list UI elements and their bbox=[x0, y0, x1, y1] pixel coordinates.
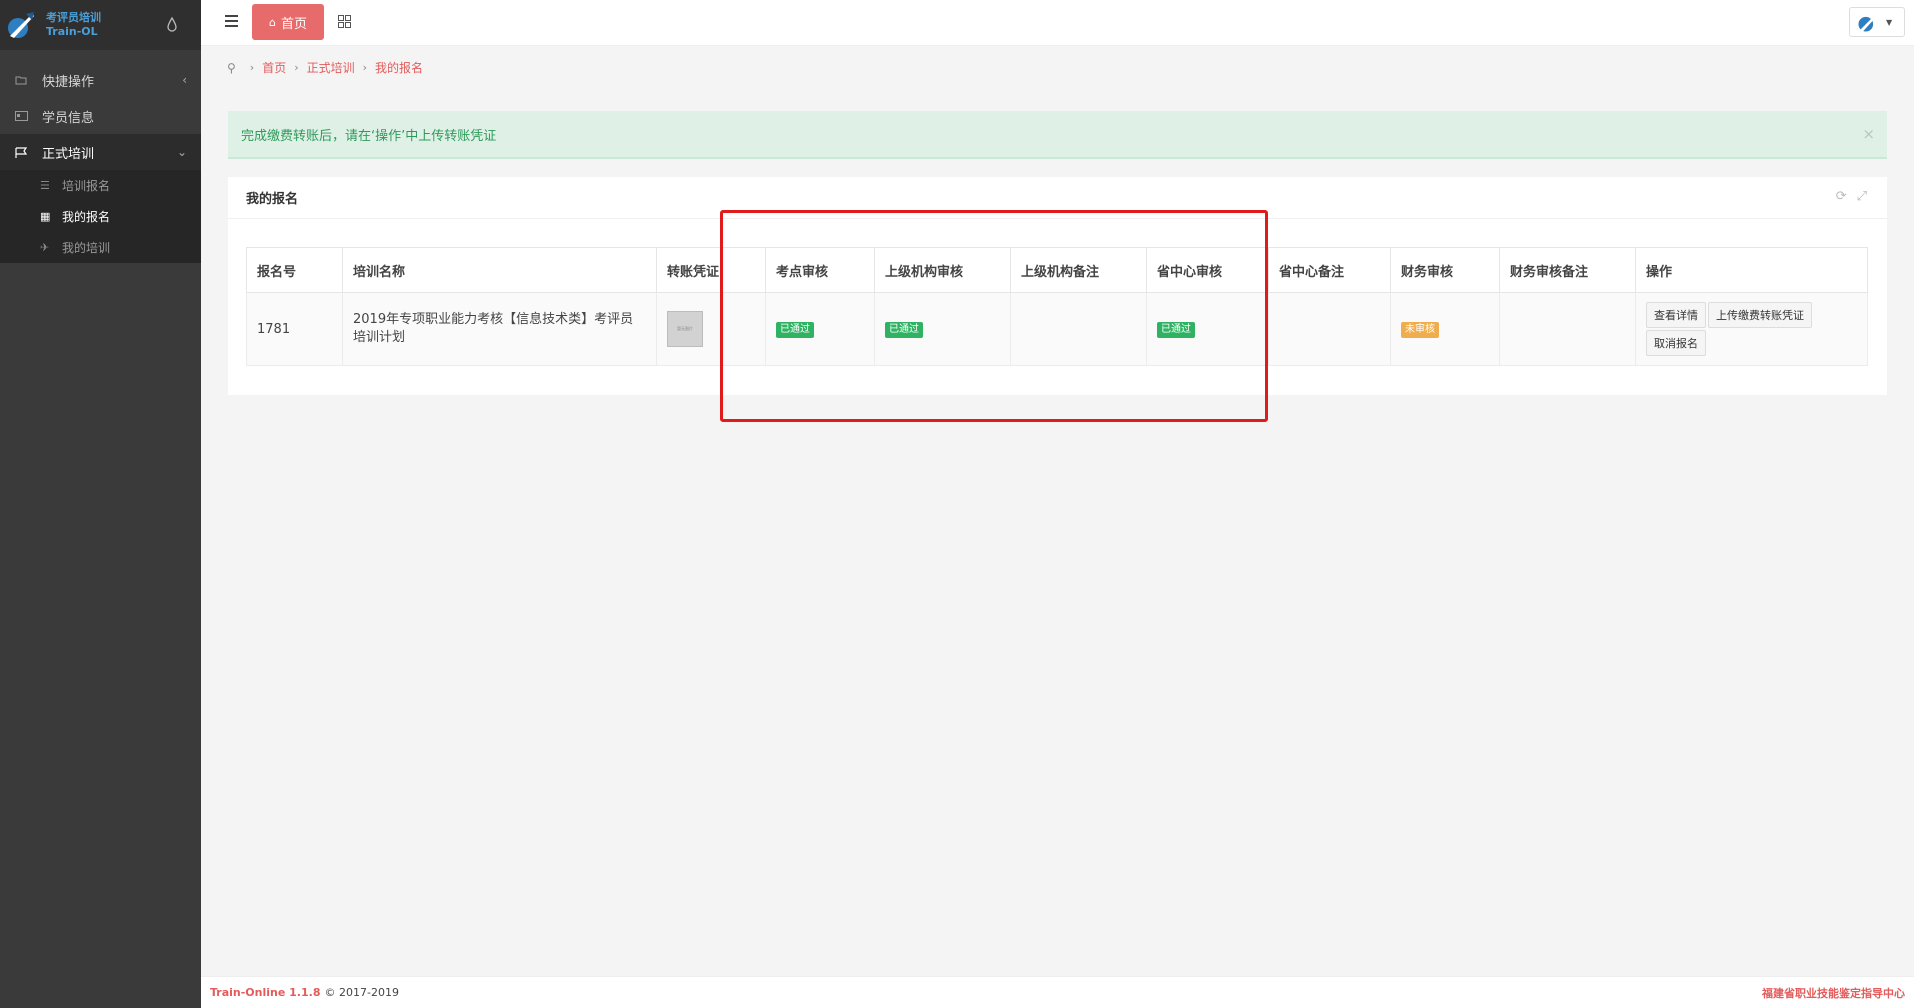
col-header: 上级机构备注 bbox=[1010, 247, 1147, 293]
list-icon: ☰ bbox=[40, 179, 50, 192]
col-header: 省中心审核 bbox=[1146, 247, 1269, 293]
cell-actions: 查看详情 上传缴费转账凭证 取消报名 bbox=[1635, 292, 1868, 366]
status-badge: 已通过 bbox=[776, 321, 814, 338]
sidebar: 考评员培训 Train-OL 快捷操作 ‹ 学员信息 正式培训 ⌄ ☰ 培训报名 bbox=[0, 0, 201, 1008]
caret-down-icon: ▼ bbox=[1886, 17, 1893, 27]
col-header: 考点审核 bbox=[765, 247, 875, 293]
refresh-icon[interactable]: ⟳ bbox=[1836, 189, 1847, 204]
id-card-icon bbox=[14, 110, 28, 122]
col-header: 财务审核备注 bbox=[1499, 247, 1636, 293]
apps-grid-icon[interactable] bbox=[338, 15, 351, 28]
col-header: 上级机构审核 bbox=[874, 247, 1011, 293]
cell-org-review: 已通过 bbox=[874, 292, 1011, 366]
menu-toggle-icon[interactable] bbox=[225, 15, 238, 27]
panel-title: 我的报名 bbox=[228, 177, 1887, 219]
status-badge: 已通过 bbox=[885, 321, 923, 338]
sub-item-label: 我的培训 bbox=[62, 241, 111, 255]
cell-voucher: 暂无图片 bbox=[656, 292, 766, 366]
sidebar-item-quick-actions[interactable]: 快捷操作 ‹ bbox=[0, 62, 201, 98]
view-details-button[interactable]: 查看详情 bbox=[1646, 302, 1706, 328]
breadcrumb-separator: › bbox=[294, 61, 299, 74]
flag-icon bbox=[14, 146, 28, 158]
logo-bar: 考评员培训 Train-OL bbox=[0, 0, 201, 50]
alert-text: 完成缴费转账后，请在‘操作’中上传转账凭证 bbox=[241, 128, 497, 144]
plane-icon: ✈ bbox=[40, 241, 50, 254]
voucher-thumbnail[interactable]: 暂无图片 bbox=[667, 311, 703, 347]
sidebar-item-label: 正式培训 bbox=[42, 146, 95, 162]
col-header: 报名号 bbox=[246, 247, 343, 293]
breadcrumb: ⚲ › 首页 › 正式培训 › 我的报名 bbox=[227, 59, 423, 76]
footer-version: Train-Online 1.1.8 bbox=[210, 986, 321, 999]
breadcrumb-separator: › bbox=[249, 61, 255, 74]
sidebar-item-student-info[interactable]: 学员信息 bbox=[0, 98, 201, 134]
logo-line1: 考评员培训 bbox=[46, 11, 101, 24]
breadcrumb-home[interactable]: 首页 bbox=[262, 59, 286, 76]
sidebar-item-label: 学员信息 bbox=[42, 110, 95, 126]
upload-voucher-button[interactable]: 上传缴费转账凭证 bbox=[1708, 302, 1812, 328]
logo-line2: Train-OL bbox=[46, 25, 98, 38]
sidebar-item-formal-training[interactable]: 正式培训 ⌄ bbox=[0, 134, 201, 170]
breadcrumb-formal-training[interactable]: 正式培训 bbox=[307, 59, 355, 76]
logo-icon bbox=[8, 12, 34, 38]
table-row: 1781 2019年专项职业能力考核【信息技术类】考评员培训计划 暂无图片 已通… bbox=[246, 292, 1868, 366]
folder-open-icon bbox=[14, 74, 28, 86]
sub-item-label: 培训报名 bbox=[62, 179, 111, 193]
sub-item-my-training[interactable]: ✈ 我的培训 bbox=[0, 232, 201, 263]
footer-copyright: © 2017-2019 bbox=[324, 986, 399, 999]
close-icon[interactable]: × bbox=[1862, 125, 1875, 143]
col-header: 转账凭证 bbox=[656, 247, 766, 293]
table-header-row: 报名号 培训名称 转账凭证 考点审核 上级机构审核 上级机构备注 省中心审核 省… bbox=[246, 247, 1868, 293]
cell-center-note bbox=[1268, 292, 1391, 366]
signup-table: 报名号 培训名称 转账凭证 考点审核 上级机构审核 上级机构备注 省中心审核 省… bbox=[246, 247, 1868, 366]
sub-item-my-signup[interactable]: ▦ 我的报名 bbox=[0, 201, 201, 232]
col-header: 财务审核 bbox=[1390, 247, 1500, 293]
map-pin-icon: ⚲ bbox=[227, 60, 236, 75]
sub-menu: ☰ 培训报名 ▦ 我的报名 ✈ 我的培训 bbox=[0, 170, 201, 263]
cell-finance-review: 未审核 bbox=[1390, 292, 1500, 366]
cell-site-review: 已通过 bbox=[765, 292, 875, 366]
chevron-left-icon: ‹ bbox=[182, 73, 187, 87]
panel-tools: ⟳ ⤢ bbox=[1836, 189, 1867, 204]
actions-row: 取消报名 bbox=[1646, 330, 1867, 356]
breadcrumb-current: 我的报名 bbox=[375, 61, 424, 75]
sub-item-label: 我的报名 bbox=[62, 210, 111, 224]
home-icon: ⌂ bbox=[269, 15, 276, 29]
actions-row: 查看详情 上传缴费转账凭证 bbox=[1646, 302, 1867, 328]
status-badge: 已通过 bbox=[1157, 321, 1195, 338]
cell-training-name: 2019年专项职业能力考核【信息技术类】考评员培训计划 bbox=[342, 292, 657, 366]
info-alert: 完成缴费转账后，请在‘操作’中上传转账凭证 × bbox=[228, 111, 1887, 159]
breadcrumb-separator: › bbox=[362, 61, 368, 74]
topbar: ⌂ 首页 ▼ bbox=[201, 0, 1914, 46]
cell-org-note bbox=[1010, 292, 1147, 366]
cell-finance-note bbox=[1499, 292, 1636, 366]
thumb-text: 暂无图片 bbox=[677, 326, 693, 331]
col-header: 培训名称 bbox=[342, 247, 657, 293]
cancel-signup-button[interactable]: 取消报名 bbox=[1646, 330, 1706, 356]
col-header: 操作 bbox=[1635, 247, 1868, 293]
user-menu-button[interactable]: ▼ bbox=[1849, 7, 1905, 37]
grid-icon: ▦ bbox=[40, 210, 51, 223]
cell-id: 1781 bbox=[246, 292, 343, 366]
cell-center-review: 已通过 bbox=[1146, 292, 1269, 366]
sub-item-training-signup[interactable]: ☰ 培训报名 bbox=[0, 170, 201, 201]
fullscreen-icon[interactable]: ⤢ bbox=[1857, 189, 1867, 204]
user-avatar-icon bbox=[1858, 13, 1878, 32]
status-badge: 未审核 bbox=[1401, 321, 1439, 338]
my-signup-panel: 我的报名 ⟳ ⤢ 报名号 培训名称 转账凭证 考点审核 上级机构审核 上级机构备… bbox=[228, 177, 1887, 395]
footer: Train-Online 1.1.8 © 2017-2019 福建省职业技能鉴定… bbox=[201, 976, 1914, 1008]
theme-drop-icon[interactable] bbox=[163, 16, 181, 34]
col-header: 省中心备注 bbox=[1268, 247, 1391, 293]
training-name: 2019年专项职业能力考核【信息技术类】考评员培训计划 bbox=[353, 312, 634, 345]
chevron-down-icon: ⌄ bbox=[176, 145, 187, 159]
sidebar-item-label: 快捷操作 bbox=[42, 74, 95, 90]
logo-text: 考评员培训 Train-OL bbox=[46, 11, 101, 39]
footer-org: 福建省职业技能鉴定指导中心 bbox=[1762, 986, 1905, 1000]
home-label: 首页 bbox=[280, 16, 307, 32]
home-tab-button[interactable]: ⌂ 首页 bbox=[252, 4, 324, 40]
